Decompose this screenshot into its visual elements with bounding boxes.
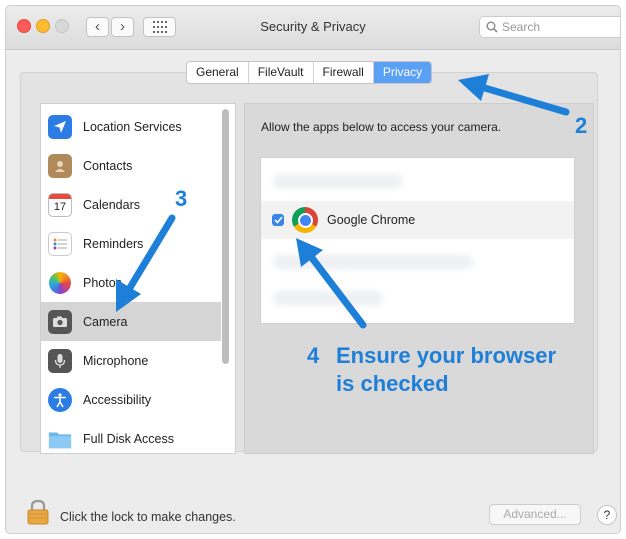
annotation-step-4-number: 4 (307, 343, 320, 368)
annotation-arrows (116, 74, 570, 329)
arrow-to-privacy-tab (458, 74, 570, 116)
arrow-to-chrome-checkbox (296, 238, 367, 329)
annotation-step-4-line1: Ensure your browser (336, 343, 557, 368)
annotation-step-3: 3 (175, 186, 188, 211)
annotation-step-2: 2 (575, 113, 588, 138)
arrow-to-camera-item (116, 214, 176, 312)
annotation-step-4-line2: is checked (336, 371, 449, 396)
